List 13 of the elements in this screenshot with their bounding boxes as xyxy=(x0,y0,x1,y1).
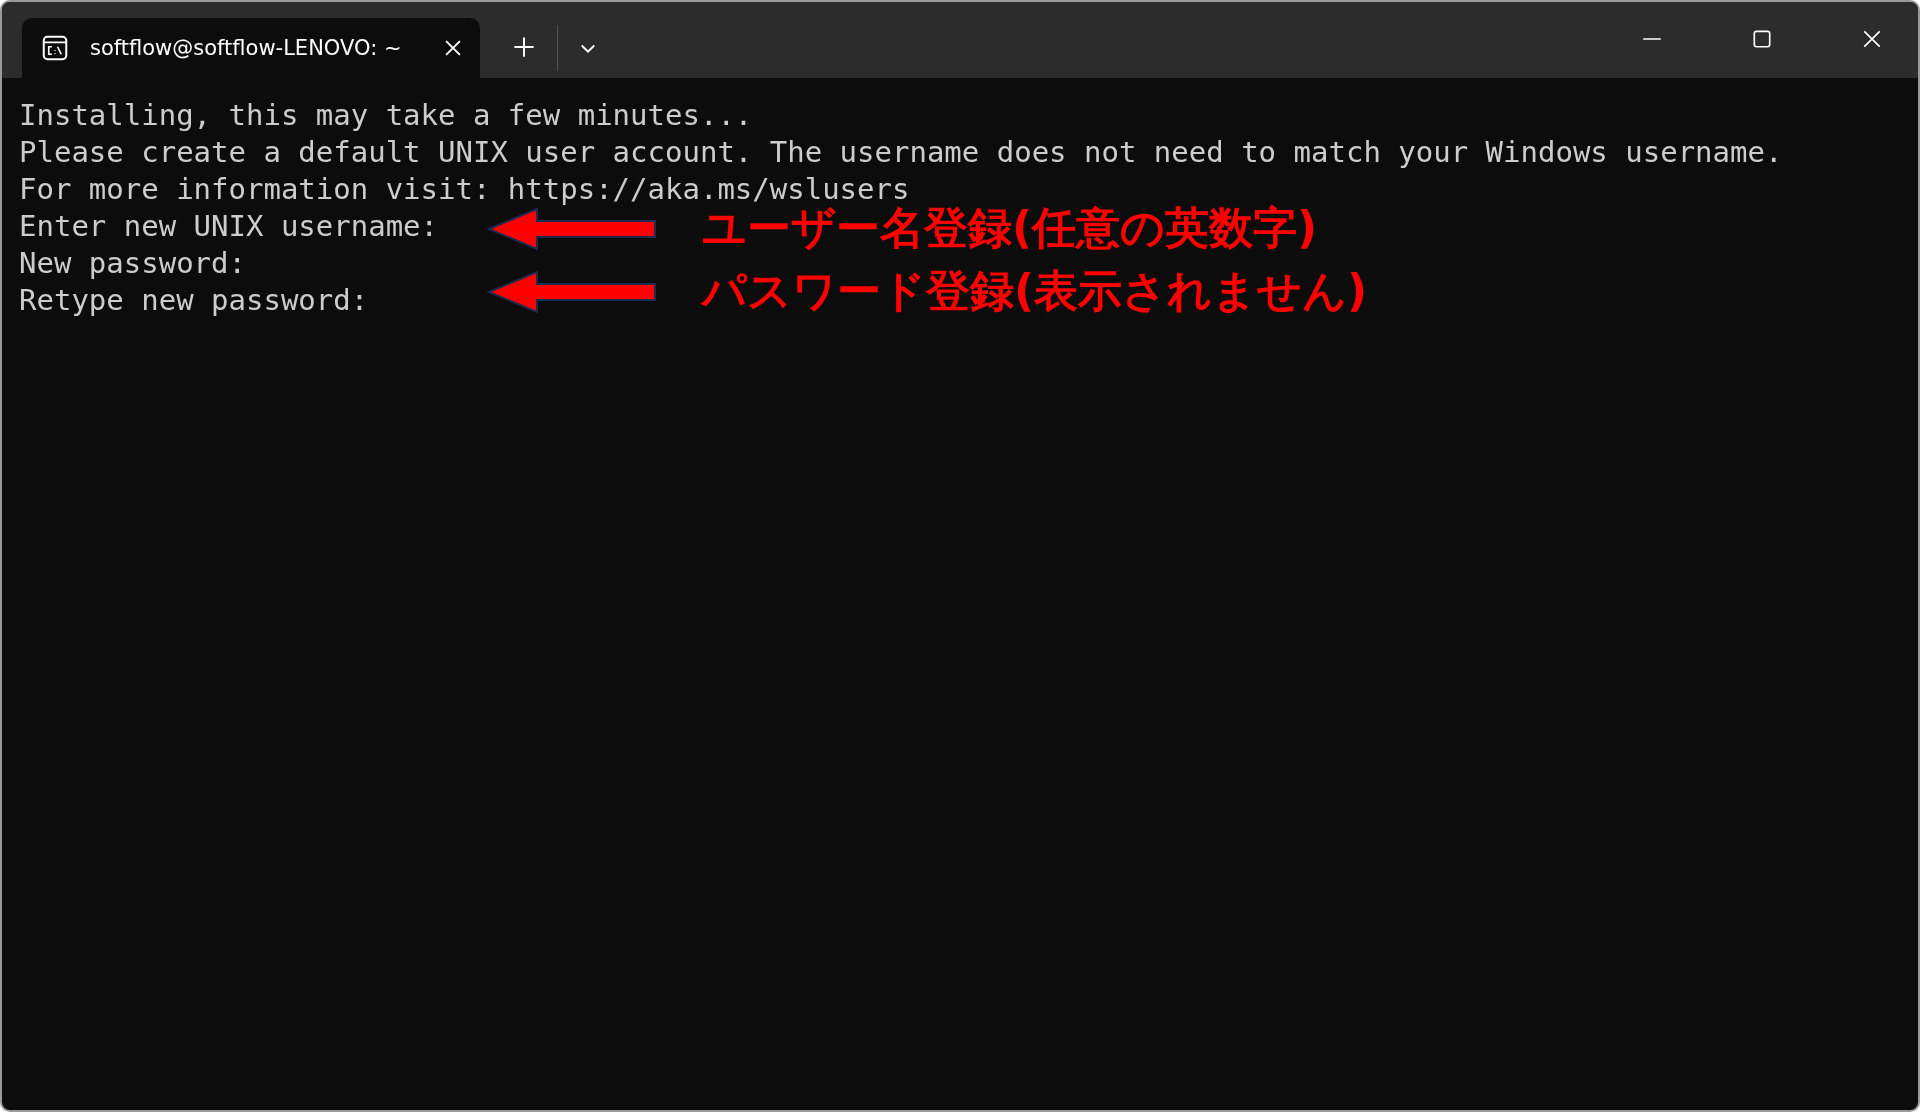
terminal-line: New password: xyxy=(19,245,246,282)
annotation-text: パスワード登録(表示されません) xyxy=(702,264,1368,318)
terminal-line: Please create a default UNIX user account. The username does not need to match your Windows username. xyxy=(19,134,1783,171)
arrow-annotation-icon xyxy=(487,269,657,314)
terminal-line: Enter new UNIX username: xyxy=(19,208,439,245)
terminal-line: Retype new password: xyxy=(19,282,369,319)
arrow-annotation-icon xyxy=(487,206,657,251)
close-icon[interactable] xyxy=(1861,28,1883,50)
terminal-icon xyxy=(40,33,70,63)
maximize-icon[interactable] xyxy=(1751,28,1773,50)
new-tab-icon[interactable] xyxy=(513,36,535,58)
tab[interactable]: softflow@softflow-LENOVO: ~ xyxy=(22,18,480,78)
terminal-line: Installing, this may take a few minutes... xyxy=(19,97,753,134)
